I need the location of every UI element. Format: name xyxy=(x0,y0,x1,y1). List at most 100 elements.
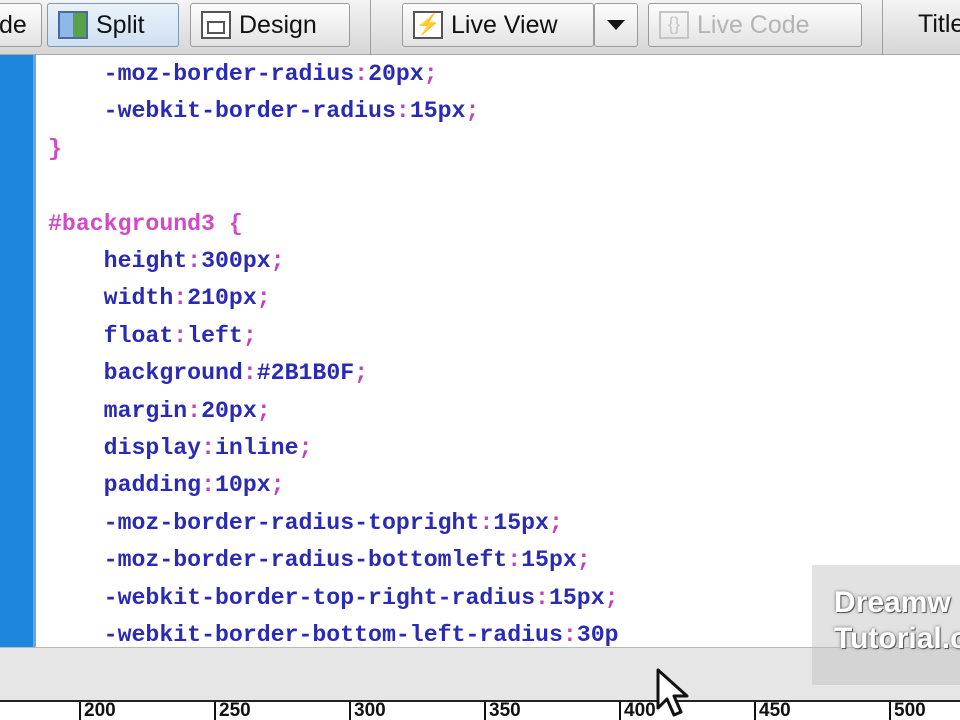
code-token-punc: : xyxy=(173,322,188,349)
live-code-button[interactable]: {} Live Code xyxy=(648,3,862,47)
code-token-punc: ; xyxy=(270,248,285,274)
code-view-label: de xyxy=(0,10,27,39)
code-line[interactable]: width:210px; xyxy=(48,280,271,317)
code-line[interactable]: margin:20px; xyxy=(48,393,271,430)
code-line[interactable]: display:inline; xyxy=(48,430,313,467)
code-token-punc: ; xyxy=(298,435,313,461)
code-line[interactable]: #background3 { xyxy=(48,206,243,243)
watermark-line-1: Dreamw xyxy=(834,586,951,619)
title-label: Title xyxy=(918,10,960,38)
code-line[interactable]: } xyxy=(48,131,62,168)
code-token-prop: -moz-border-radius-topright xyxy=(103,509,480,536)
live-code-icon: {} xyxy=(659,11,689,39)
code-token-prop: background xyxy=(103,360,243,387)
code-token-prop: float xyxy=(103,322,174,349)
code-line[interactable]: -webkit-border-bottom-left-radius:30p xyxy=(48,617,619,647)
editor-gutter xyxy=(0,55,33,647)
code-token-punc: ; xyxy=(576,547,591,574)
ruler-label-400: 400 xyxy=(624,700,656,720)
code-line[interactable]: padding:10px; xyxy=(48,467,285,504)
code-editor[interactable]: -moz-border-radius:20px; -webkit-border-… xyxy=(48,55,828,647)
live-code-label: Live Code xyxy=(697,10,810,39)
code-token-punc: : xyxy=(507,547,522,574)
code-token-val: 15px xyxy=(409,98,466,125)
code-token-prop: -webkit-border-radius xyxy=(103,98,396,125)
code-token-punc: ; xyxy=(256,285,271,312)
mouse-pointer-icon xyxy=(656,668,689,717)
code-token-punc: : xyxy=(187,397,202,424)
code-line[interactable]: height:300px; xyxy=(48,243,285,280)
pixel-ruler: 200 250 300 350 400 450 500 xyxy=(0,700,960,720)
code-token-punc: ; xyxy=(354,360,369,387)
code-token-prop: -webkit-border-top-right-radius xyxy=(103,584,536,611)
ruler-tick xyxy=(754,702,756,720)
code-token-prop: margin xyxy=(103,397,188,424)
document-toolbar: de Split Design ⚡ Live View {} Live Code… xyxy=(0,0,960,55)
ruler-tick xyxy=(484,702,486,720)
design-view-icon xyxy=(201,11,231,39)
code-line[interactable]: float:left; xyxy=(48,318,257,355)
ruler-label-300: 300 xyxy=(354,700,386,720)
ruler-tick xyxy=(214,702,216,720)
code-token-val: #2B1B0F xyxy=(256,360,355,387)
ruler-tick xyxy=(889,702,891,720)
code-token-prop: width xyxy=(103,285,174,312)
code-token-punc: ; xyxy=(604,584,619,611)
ruler-label-450: 450 xyxy=(759,700,791,720)
code-token-punc: ; xyxy=(423,61,438,87)
ruler-label-250: 250 xyxy=(219,700,251,720)
live-view-button[interactable]: ⚡ Live View xyxy=(402,3,594,47)
code-token-val: 210px xyxy=(187,285,257,312)
code-token-punc: ; xyxy=(270,472,285,499)
code-token-val: 15px xyxy=(493,509,549,536)
split-view-label: Split xyxy=(96,10,145,39)
code-line[interactable]: -moz-border-radius:20px; xyxy=(48,56,438,93)
code-line[interactable]: background:#2B1B0F; xyxy=(48,355,368,392)
code-token-punc: : xyxy=(187,248,202,274)
code-line[interactable]: -webkit-border-top-right-radius:15px; xyxy=(48,580,619,617)
code-line[interactable]: -moz-border-radius-topright:15px; xyxy=(48,505,563,542)
chevron-down-icon xyxy=(607,20,625,30)
code-view-button[interactable]: de xyxy=(0,3,42,47)
split-view-button[interactable]: Split xyxy=(47,3,179,47)
design-view-button[interactable]: Design xyxy=(190,3,350,47)
code-token-val: 10px xyxy=(215,472,271,499)
live-view-icon: ⚡ xyxy=(413,11,443,39)
code-token-prop: height xyxy=(103,248,188,274)
watermark-line-2: Tutorial.c xyxy=(834,622,960,655)
ruler-label-200: 200 xyxy=(84,700,116,720)
ruler-tick xyxy=(79,702,81,720)
code-token-punc: : xyxy=(354,61,369,87)
code-token-val: 15px xyxy=(548,584,605,611)
code-line[interactable]: -moz-border-radius-bottomleft:15px; xyxy=(48,542,591,579)
code-token-punc: : xyxy=(173,285,188,312)
code-token-val: 15px xyxy=(521,547,577,574)
code-token-sel: #background3 { xyxy=(48,210,243,237)
code-token-sel: } xyxy=(48,135,62,162)
code-token-prop: -webkit-border-bottom-left-radius xyxy=(103,622,563,647)
code-token-punc: : xyxy=(201,472,215,499)
code-token-punc: : xyxy=(562,622,577,647)
ruler-tick xyxy=(619,702,621,720)
code-token-prop: display xyxy=(103,435,202,461)
ruler-tick xyxy=(349,702,351,720)
code-line[interactable]: -webkit-border-radius:15px; xyxy=(48,93,480,130)
code-token-punc: : xyxy=(201,435,215,461)
live-view-dropdown[interactable] xyxy=(594,3,638,47)
code-token-punc: : xyxy=(535,584,549,611)
code-token-prop: -moz-border-radius xyxy=(103,61,355,87)
code-token-punc: : xyxy=(242,360,257,387)
code-token-punc: ; xyxy=(465,98,480,125)
